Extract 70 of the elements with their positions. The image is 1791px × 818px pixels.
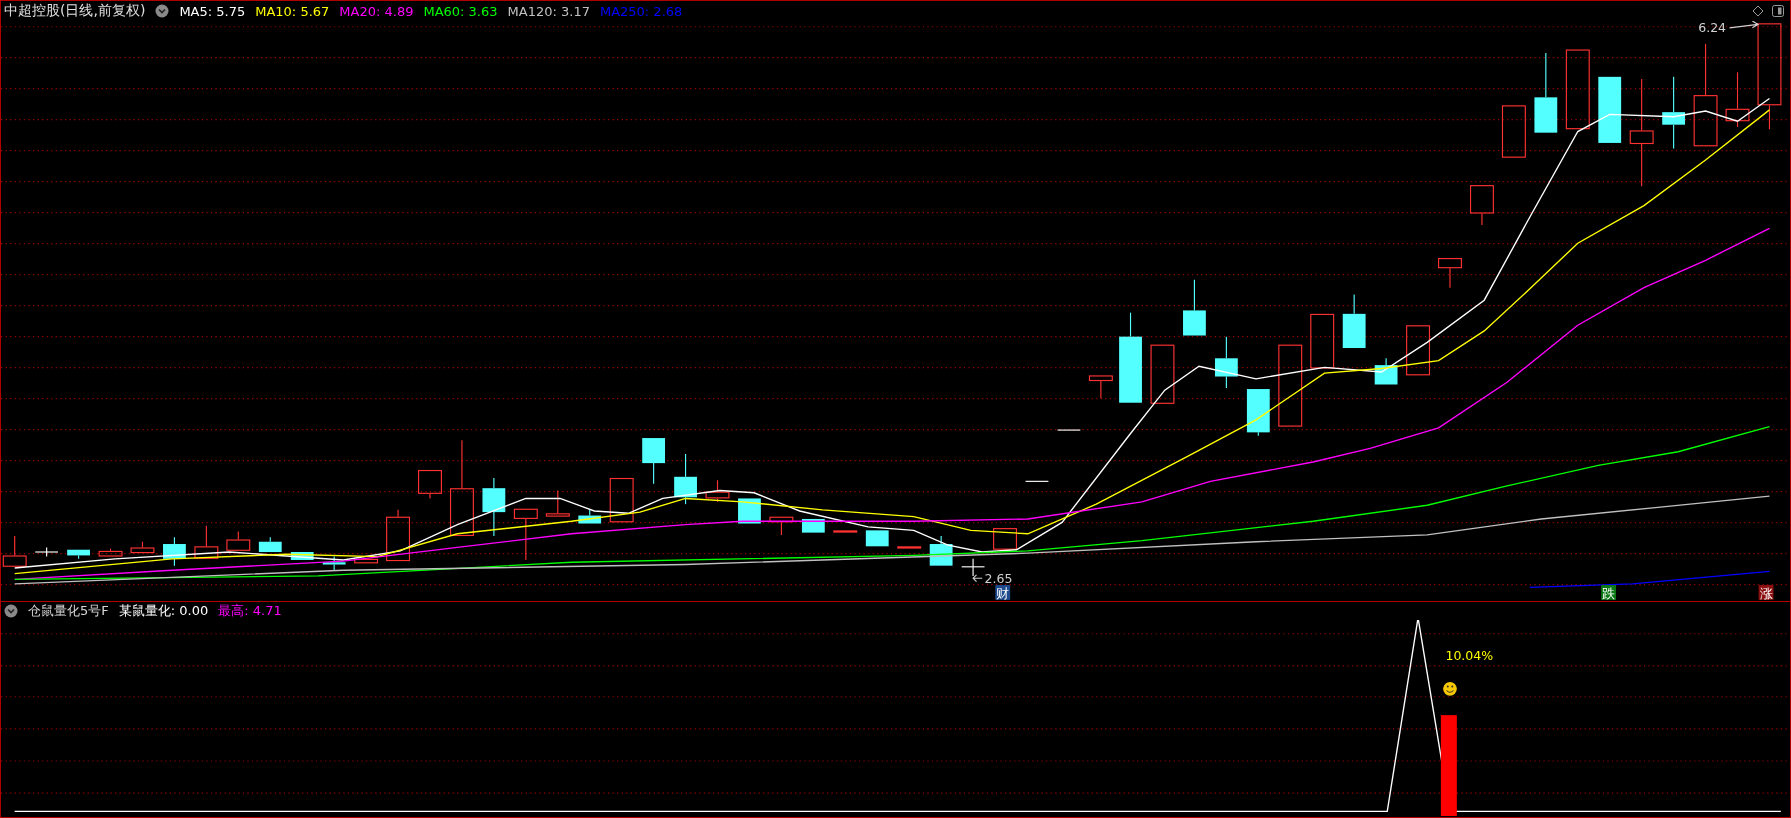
candlestick [98,548,123,557]
dropdown-icon[interactable] [155,4,170,18]
candlestick [1183,279,1206,336]
candlestick [1374,357,1398,385]
candlestick [482,477,506,537]
ma-value: MA60: 3.63 [423,3,498,19]
candlestick [801,518,825,533]
candlestick [833,530,858,533]
low-price-label: 2.65 [984,570,1013,586]
candlestick [1598,76,1622,143]
candlestick [354,558,379,564]
candlestick [1150,344,1175,404]
candlestick [67,549,90,560]
event-marker: 财 [995,585,1011,601]
candlestick [705,479,730,503]
indicator-value: 最高: 4.71 [218,602,282,620]
arrow-icon [972,574,983,583]
candlestick [1469,185,1494,226]
candlestick [642,438,666,485]
candlestick [130,541,155,554]
candlestick [290,552,314,560]
ma-value: MA20: 4.89 [339,3,414,19]
candlestick [609,477,634,523]
ma-value: MA250: 2.68 [599,3,683,19]
candlestick [1025,480,1049,482]
candlestick [1342,293,1366,349]
dropdown-icon[interactable] [4,604,18,618]
event-marker: 涨 [1758,585,1774,601]
ma-value: MA10: 5.67 [255,3,330,19]
candlestick [578,508,602,524]
ma-value: MA120: 3.17 [507,3,590,19]
candlestick [738,498,761,524]
candlestick [513,508,538,561]
candlestick [1088,375,1113,399]
candlestick [322,556,346,571]
candlestick [961,558,986,577]
candlestick [258,536,282,552]
stock-title: 中超控股(日线,前复权) [4,2,146,20]
ma-value: MA5: 5.75 [179,3,246,19]
candlestick [2,535,27,567]
candlestick [1214,336,1238,389]
candlestick [226,530,251,551]
candlestick [34,546,59,558]
indicator-name: 仓鼠量化5号F [28,602,109,620]
diamond-icon[interactable] [1752,5,1764,17]
candlestick [1056,429,1081,431]
candlestick [1501,105,1526,158]
high-price-label: 6.24 [1698,21,1727,36]
indicator-value: 某鼠量化: 0.00 [118,602,209,620]
candlestick [545,489,570,517]
candlestick [993,528,1017,550]
candlestick [194,525,219,559]
arrow-icon [1728,21,1760,29]
signal-label: 10.04% [1445,648,1494,664]
candlestick [769,516,794,536]
candlestick [929,535,953,566]
candlestick [897,546,922,549]
candlestick [418,469,442,499]
candlestick [386,509,411,562]
candlestick [1725,71,1750,128]
candlestick [1246,389,1270,437]
candlestick [865,530,889,547]
event-marker: 跌 [1601,585,1616,601]
smiley-icon [1443,681,1457,696]
candlestick [163,536,186,567]
candlestick [674,453,697,505]
candlestick [1438,258,1462,289]
candlestick [1406,325,1431,376]
candlestick [1310,313,1335,369]
panel-toggle-icon[interactable] [1772,5,1784,17]
